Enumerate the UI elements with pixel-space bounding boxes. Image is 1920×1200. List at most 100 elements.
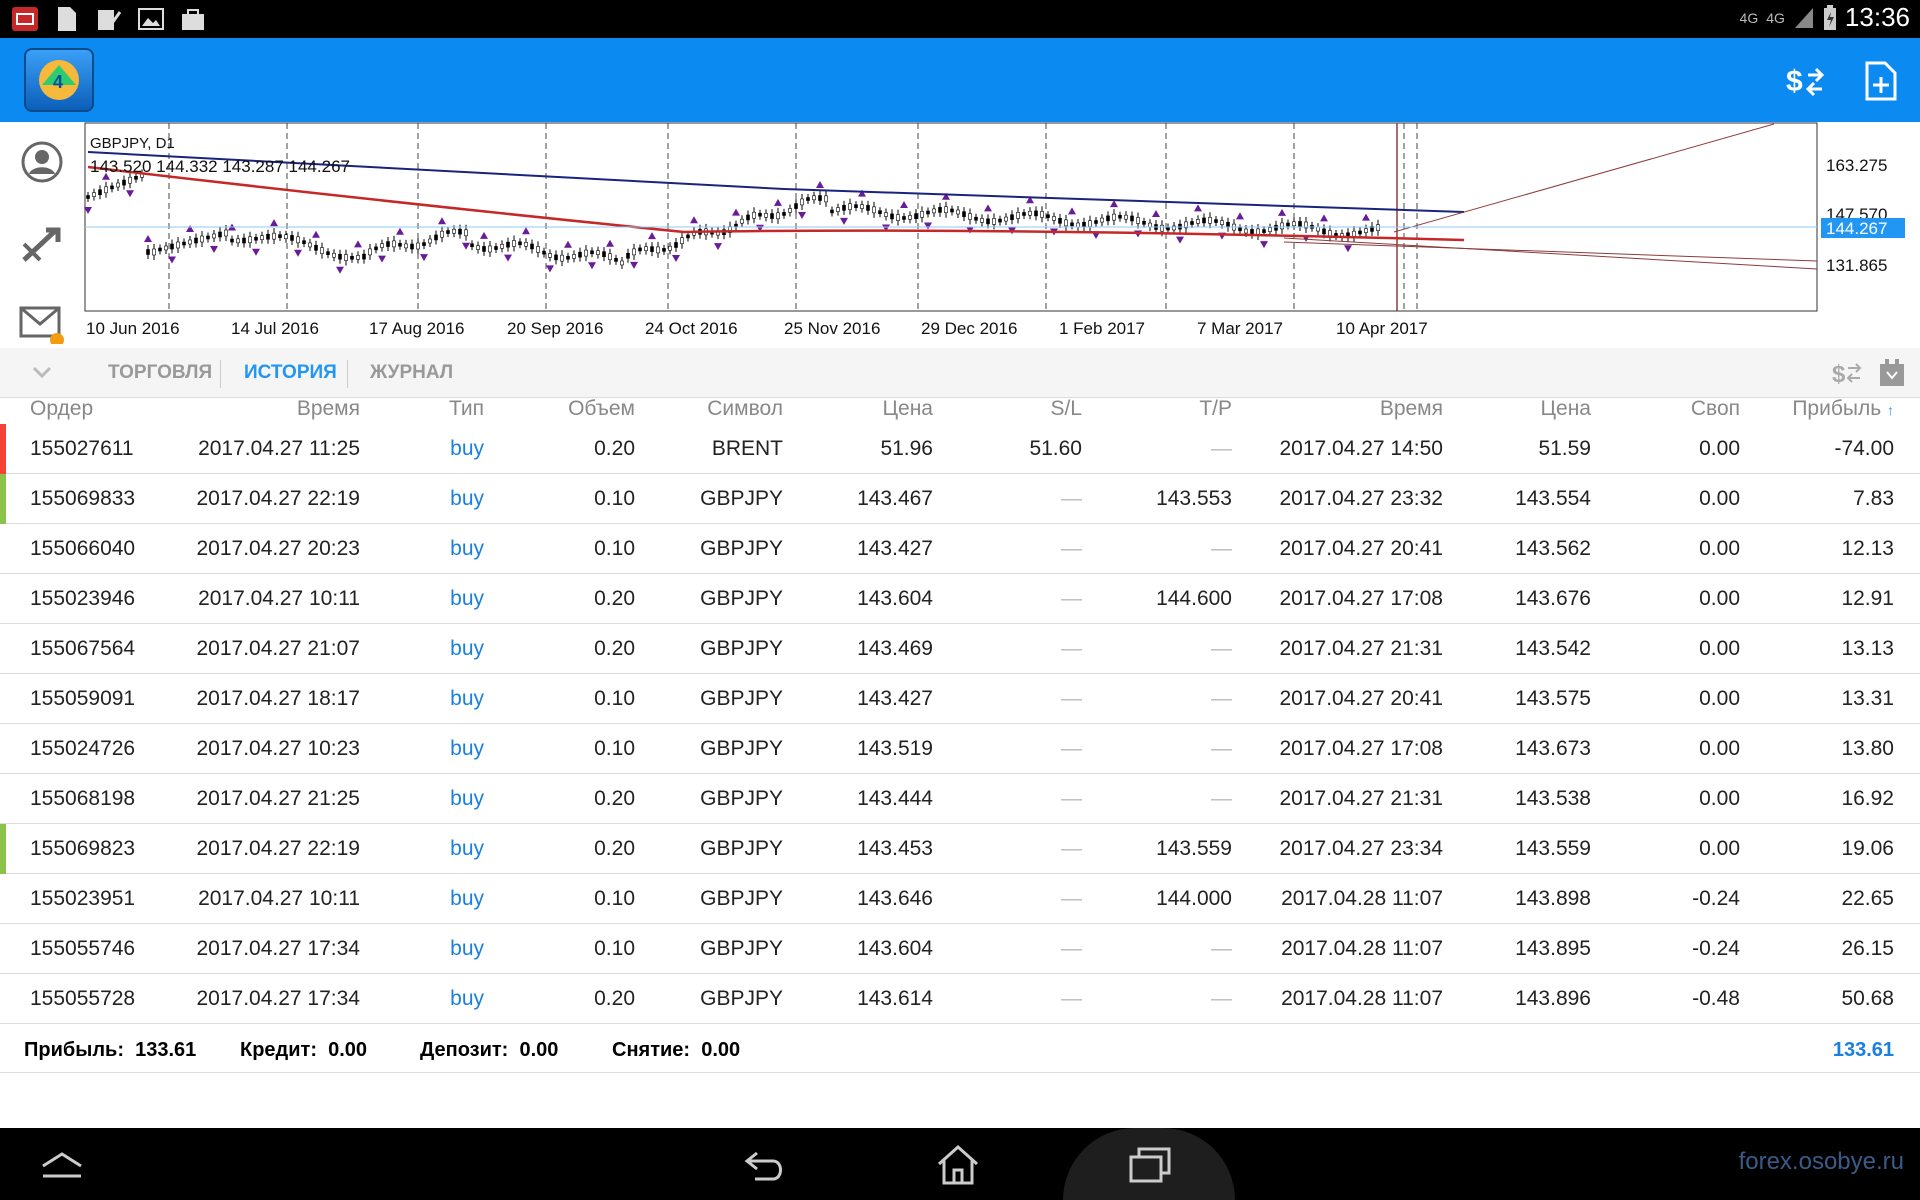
- cell-time: 2017.04.27 10:23: [196, 737, 361, 760]
- column-header[interactable]: T/P: [1199, 396, 1232, 422]
- candle: [146, 249, 150, 255]
- cell-close-time: 2017.04.28 11:07: [1281, 937, 1443, 960]
- cell-time: 2017.04.27 10:11: [198, 587, 360, 610]
- table-row[interactable]: 155069833 2017.04.27 22:19 buy 0.10 GBPJPY 14…: [0, 474, 1920, 524]
- tab-trade[interactable]: ТОРГОВЛЯ: [108, 348, 212, 398]
- currency-exchange-icon[interactable]: $: [1782, 58, 1828, 104]
- table-row[interactable]: 155066040 2017.04.27 20:23 buy 0.10 GBPJPY 14…: [0, 524, 1920, 574]
- cell-close-time: 2017.04.27 21:31: [1279, 787, 1444, 810]
- row-status-marker: [0, 424, 6, 474]
- column-header[interactable]: Ордер: [30, 396, 93, 422]
- table-row[interactable]: 155069823 2017.04.27 22:19 buy 0.20 GBPJPY 14…: [0, 824, 1920, 874]
- candle: [962, 211, 966, 217]
- account-icon[interactable]: [18, 138, 66, 186]
- cell-close-time: 2017.04.27 17:08: [1279, 587, 1444, 610]
- summary-profit-label: Прибыль:: [24, 1039, 124, 1061]
- svg-text:4: 4: [53, 72, 63, 92]
- cell-symbol: GBPJPY: [700, 837, 783, 860]
- collapse-chevron-icon[interactable]: [30, 360, 54, 389]
- metatrader-logo-icon[interactable]: 4: [24, 48, 94, 112]
- fractal-down: [546, 265, 554, 273]
- price-chart-svg[interactable]: GBPJPY, D1 143.520 144.332 143.287 144.2…: [84, 122, 1920, 344]
- table-row[interactable]: 155068198 2017.04.27 21:25 buy 0.20 GBPJPY 14…: [0, 774, 1920, 824]
- column-header[interactable]: S/L: [1050, 396, 1082, 422]
- fractal-up: [984, 204, 992, 212]
- fractal-down: [420, 254, 428, 262]
- table-row[interactable]: 155027611 2017.04.27 11:25 buy 0.20 BRENT 51.…: [0, 424, 1920, 474]
- cell-symbol: GBPJPY: [700, 737, 783, 760]
- candle: [752, 211, 756, 219]
- clock: 13:36: [1844, 2, 1910, 32]
- candle: [1058, 218, 1062, 224]
- cell-close-price: 51.59: [1538, 437, 1591, 460]
- chart-sidebar: [0, 122, 84, 344]
- candle: [176, 241, 180, 249]
- cell-swap: 0.00: [1699, 537, 1740, 560]
- calendar-icon[interactable]: [1878, 358, 1906, 393]
- candle: [638, 247, 642, 252]
- home-icon[interactable]: [928, 1140, 988, 1190]
- table-row[interactable]: 155055728 2017.04.27 17:34 buy 0.20 GBPJPY 14…: [0, 974, 1920, 1024]
- candle: [764, 213, 768, 218]
- cell-tp: —: [1211, 537, 1232, 560]
- column-header: Прибыль: [1792, 397, 1882, 420]
- column-header[interactable]: Символ: [707, 396, 783, 422]
- candle: [848, 203, 852, 210]
- candle: [428, 238, 432, 244]
- column-header-profit[interactable]: Прибыль ↑: [1792, 396, 1894, 422]
- candle: [1280, 222, 1284, 230]
- column-header[interactable]: Время: [297, 396, 360, 422]
- cell-close-price: 143.559: [1515, 837, 1591, 860]
- menu-up-icon[interactable]: [32, 1140, 92, 1190]
- candle: [182, 241, 186, 246]
- candle: [230, 238, 234, 243]
- cell-type: buy: [450, 887, 484, 910]
- table-row[interactable]: 155067564 2017.04.27 21:07 buy 0.20 GBPJPY 14…: [0, 624, 1920, 674]
- date-tick-label: 29 Dec 2016: [921, 319, 1017, 338]
- column-header[interactable]: Цена: [1541, 396, 1592, 422]
- column-header[interactable]: Своп: [1691, 396, 1740, 422]
- candle: [944, 206, 948, 214]
- fractal-up: [732, 208, 740, 216]
- candle: [986, 218, 990, 225]
- cell-time: 2017.04.27 22:19: [196, 487, 361, 510]
- cell-close-time: 2017.04.27 23:32: [1279, 487, 1444, 510]
- column-header[interactable]: Цена: [883, 396, 934, 422]
- trade-arrows-icon[interactable]: [18, 220, 66, 268]
- column-header[interactable]: Объем: [568, 396, 635, 422]
- cell-close-price: 143.538: [1515, 787, 1591, 810]
- candle: [644, 246, 648, 251]
- table-row[interactable]: 155024726 2017.04.27 10:23 buy 0.10 GBPJPY 14…: [0, 724, 1920, 774]
- status-right: 4G 4G 13:36: [1740, 2, 1910, 33]
- date-tick-label: 24 Oct 2016: [645, 319, 738, 338]
- candle: [218, 231, 222, 238]
- tab-journal[interactable]: ЖУРНАЛ: [370, 348, 453, 398]
- cell-swap: -0.48: [1692, 987, 1740, 1010]
- cell-time: 2017.04.27 17:34: [196, 937, 361, 960]
- price-chart[interactable]: GBPJPY, D1 143.520 144.332 143.287 144.2…: [84, 122, 1920, 344]
- candle: [152, 248, 156, 256]
- date-tick-label: 10 Jun 2016: [86, 319, 180, 338]
- cell-close-price: 143.562: [1515, 537, 1591, 560]
- recent-apps-icon[interactable]: [1120, 1140, 1180, 1190]
- currency-filter-icon[interactable]: $: [1830, 358, 1864, 393]
- candle: [866, 205, 870, 211]
- new-document-icon[interactable]: [1858, 58, 1904, 104]
- candle: [224, 229, 228, 237]
- back-icon[interactable]: [736, 1140, 796, 1190]
- column-header[interactable]: Время: [1380, 396, 1443, 422]
- cell-symbol: GBPJPY: [700, 937, 783, 960]
- tab-history[interactable]: ИСТОРИЯ: [244, 348, 337, 398]
- table-row[interactable]: 155023951 2017.04.27 10:11 buy 0.10 GBPJPY 14…: [0, 874, 1920, 924]
- cell-time: 2017.04.27 22:19: [196, 837, 361, 860]
- column-header[interactable]: Тип: [449, 396, 484, 422]
- candle: [470, 243, 474, 248]
- mail-icon[interactable]: [18, 300, 66, 348]
- candle: [572, 254, 576, 259]
- table-row[interactable]: 155055746 2017.04.27 17:34 buy 0.10 GBPJPY 14…: [0, 924, 1920, 974]
- table-row[interactable]: 155059091 2017.04.27 18:17 buy 0.10 GBPJPY 14…: [0, 674, 1920, 724]
- table-row[interactable]: 155023946 2017.04.27 10:11 buy 0.20 GBPJPY 14…: [0, 574, 1920, 624]
- cell-tp: 144.600: [1156, 587, 1232, 610]
- fractal-down: [504, 254, 512, 262]
- candle: [1052, 216, 1056, 221]
